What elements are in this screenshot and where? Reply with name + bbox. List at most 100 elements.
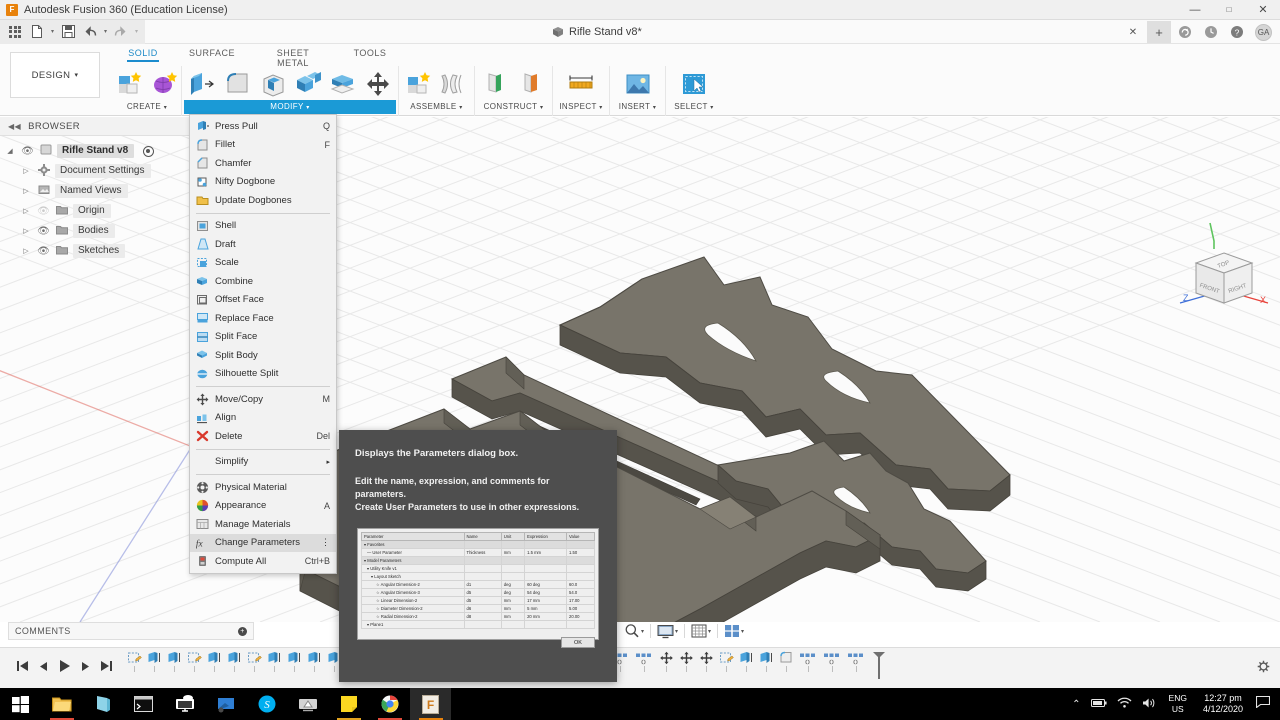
remote-desktop-button[interactable] (164, 688, 205, 720)
terminal-button[interactable] (123, 688, 164, 720)
menu-item-silhouette-split[interactable]: Silhouette Split (190, 365, 336, 384)
visibility-eye-icon[interactable]: 👁 (21, 146, 34, 157)
chevron-down-icon[interactable]: ▾ (741, 628, 744, 635)
autocad-button[interactable] (287, 688, 328, 720)
timeline-feature-rect-pattern[interactable] (797, 651, 819, 677)
volume-icon[interactable] (1137, 697, 1162, 712)
expand-arrow-icon[interactable]: ◢ (4, 147, 16, 155)
menu-item-replace-face[interactable]: Replace Face (190, 309, 336, 328)
menu-item-split-body[interactable]: Split Body (190, 346, 336, 365)
menu-item-physical-material[interactable]: Physical Material (190, 478, 336, 497)
tray-chevron-icon[interactable]: ⌃ (1067, 699, 1085, 710)
tab-sheet-metal[interactable]: SHEET METAL (251, 48, 335, 68)
combine-icon[interactable] (291, 68, 325, 100)
comments-bar[interactable]: COMMENTS + (8, 622, 254, 640)
timeline-feature-extrude[interactable] (737, 651, 755, 677)
timeline-feature-move[interactable] (697, 651, 715, 677)
step-forward-icon[interactable] (80, 659, 91, 677)
zoom-tool[interactable]: ▾ (620, 623, 648, 639)
sticky-notes-button[interactable] (328, 688, 369, 720)
timeline-feature-sketch[interactable] (245, 651, 263, 677)
plane-angle-icon[interactable] (514, 68, 548, 100)
refresh-icon[interactable] (1173, 21, 1197, 43)
menu-item-appearance[interactable]: Appearance A (190, 497, 336, 516)
menu-item-split-face[interactable]: Split Face (190, 328, 336, 347)
panel-select-label[interactable]: SELECT ▾ (668, 100, 720, 114)
timeline-feature-move[interactable] (677, 651, 695, 677)
clock[interactable]: 12:27 pm 4/12/2020 (1194, 693, 1252, 715)
menu-item-chamfer[interactable]: Chamfer (190, 154, 336, 173)
menu-item-manage-materials[interactable]: Manage Materials (190, 515, 336, 534)
menu-item-move-copy[interactable]: Move/Copy M (190, 390, 336, 409)
timeline-end-marker[interactable] (872, 651, 886, 686)
parameters-row[interactable]: ▾ Model Parameters (361, 556, 595, 566)
timeline-settings-icon[interactable] (1257, 660, 1270, 678)
menu-item-nifty-dogbone[interactable]: Nifty Dogbone (190, 173, 336, 192)
expand-arrow-icon[interactable]: ▷ (20, 187, 32, 195)
menu-item-delete[interactable]: Delete Del (190, 427, 336, 446)
tab-solid[interactable]: SOLID (113, 48, 173, 64)
undo-caret-icon[interactable]: ▾ (101, 28, 110, 35)
chevron-down-icon[interactable]: ▾ (708, 628, 711, 635)
new-tab-icon[interactable]: + (1147, 21, 1171, 43)
timeline-feature-sketch[interactable] (717, 651, 735, 677)
create-form-icon[interactable] (148, 68, 182, 100)
chrome-button[interactable] (369, 688, 410, 720)
tab-surface[interactable]: SURFACE (173, 48, 251, 64)
menu-item-scale[interactable]: Scale (190, 254, 336, 273)
close-tab-icon[interactable]: ✕ (1121, 21, 1145, 43)
grid-snaps-tool[interactable]: ▾ (687, 624, 715, 638)
timeline-feature-sketch[interactable] (125, 651, 143, 677)
expand-arrow-icon[interactable]: ▷ (20, 227, 32, 235)
timeline-feature-rect-pattern[interactable] (633, 651, 655, 677)
workspace-selector[interactable]: DESIGN ▾ (10, 52, 100, 98)
menu-item-combine[interactable]: Combine (190, 272, 336, 291)
save-icon[interactable] (57, 22, 79, 42)
timeline-feature-extrude[interactable] (145, 651, 163, 677)
expand-arrow-icon[interactable]: ▷ (20, 247, 32, 255)
start-button[interactable] (0, 688, 41, 720)
redo-icon[interactable] (110, 22, 132, 42)
fillet-icon[interactable] (221, 68, 255, 100)
timeline-feature-rect-pattern[interactable] (821, 651, 843, 677)
timeline-feature-extrude[interactable] (225, 651, 243, 677)
panel-construct-label[interactable]: CONSTRUCT ▾ (477, 100, 550, 114)
avatar[interactable]: GA (1255, 23, 1272, 41)
tree-item-named-views[interactable]: ▷ Named Views (0, 181, 190, 201)
chevron-down-icon[interactable]: ▾ (675, 628, 678, 635)
timeline-feature-sketch[interactable] (185, 651, 203, 677)
tree-item-sketches[interactable]: ▷ 👁 Sketches (0, 241, 190, 261)
minimize-button[interactable]: — (1178, 0, 1212, 20)
panel-create-label[interactable]: CREATE ▾ (115, 100, 179, 114)
fusion360-button[interactable]: F (410, 688, 451, 720)
split-body-icon[interactable] (326, 68, 360, 100)
move-copy-icon[interactable] (361, 68, 395, 100)
offset-plane-icon[interactable] (479, 68, 513, 100)
menu-item-update-dogbones[interactable]: Update Dogbones (190, 191, 336, 210)
viewports-tool[interactable]: ▾ (720, 624, 748, 638)
file-icon[interactable] (26, 22, 48, 42)
document-tab[interactable]: Rifle Stand v8* (540, 20, 654, 44)
timeline-feature-extrude[interactable] (265, 651, 283, 677)
visibility-eye-icon[interactable]: 👁 (37, 246, 50, 257)
expand-arrow-icon[interactable]: ▷ (20, 167, 32, 175)
parameters-row[interactable]: ▾ Plane1 (361, 620, 595, 630)
panel-insert-label[interactable]: INSERT ▾ (612, 100, 663, 114)
menu-item-align[interactable]: Align (190, 409, 336, 428)
timeline-feature-fillet[interactable] (777, 651, 795, 677)
panel-assemble-label[interactable]: ASSEMBLE ▾ (401, 100, 472, 114)
timeline-feature-rect-pattern[interactable] (845, 651, 867, 677)
timeline-feature-extrude[interactable] (165, 651, 183, 677)
parameters-row[interactable]: ☆ Linear Dimension-2 d5 mm 17 mm 17.00 (361, 596, 595, 606)
select-window-icon[interactable] (677, 68, 711, 100)
visibility-eye-icon[interactable]: 👁 (37, 226, 50, 237)
activate-component-radio[interactable] (143, 145, 155, 157)
wifi-icon[interactable] (1112, 697, 1137, 711)
new-component-icon[interactable] (402, 68, 436, 100)
timeline-feature-extrude[interactable] (285, 651, 303, 677)
create-sketch-icon[interactable] (113, 68, 147, 100)
play-icon[interactable] (58, 659, 71, 678)
press-pull-icon[interactable] (186, 68, 220, 100)
parameters-row[interactable]: ☆ Angular Dimension-2 d1 deg 60 deg 60.0 (361, 580, 595, 590)
maximize-button[interactable]: □ (1212, 0, 1246, 20)
